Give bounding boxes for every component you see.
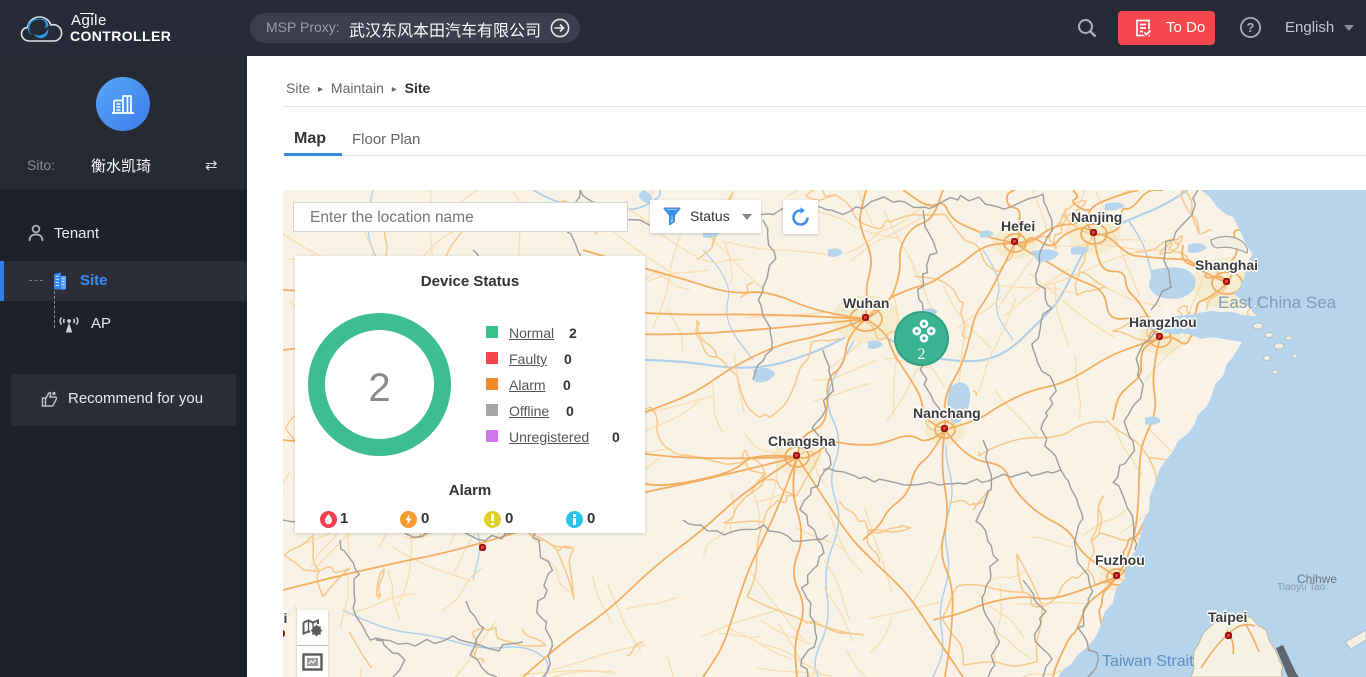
svg-text:?: ? bbox=[1247, 20, 1255, 35]
